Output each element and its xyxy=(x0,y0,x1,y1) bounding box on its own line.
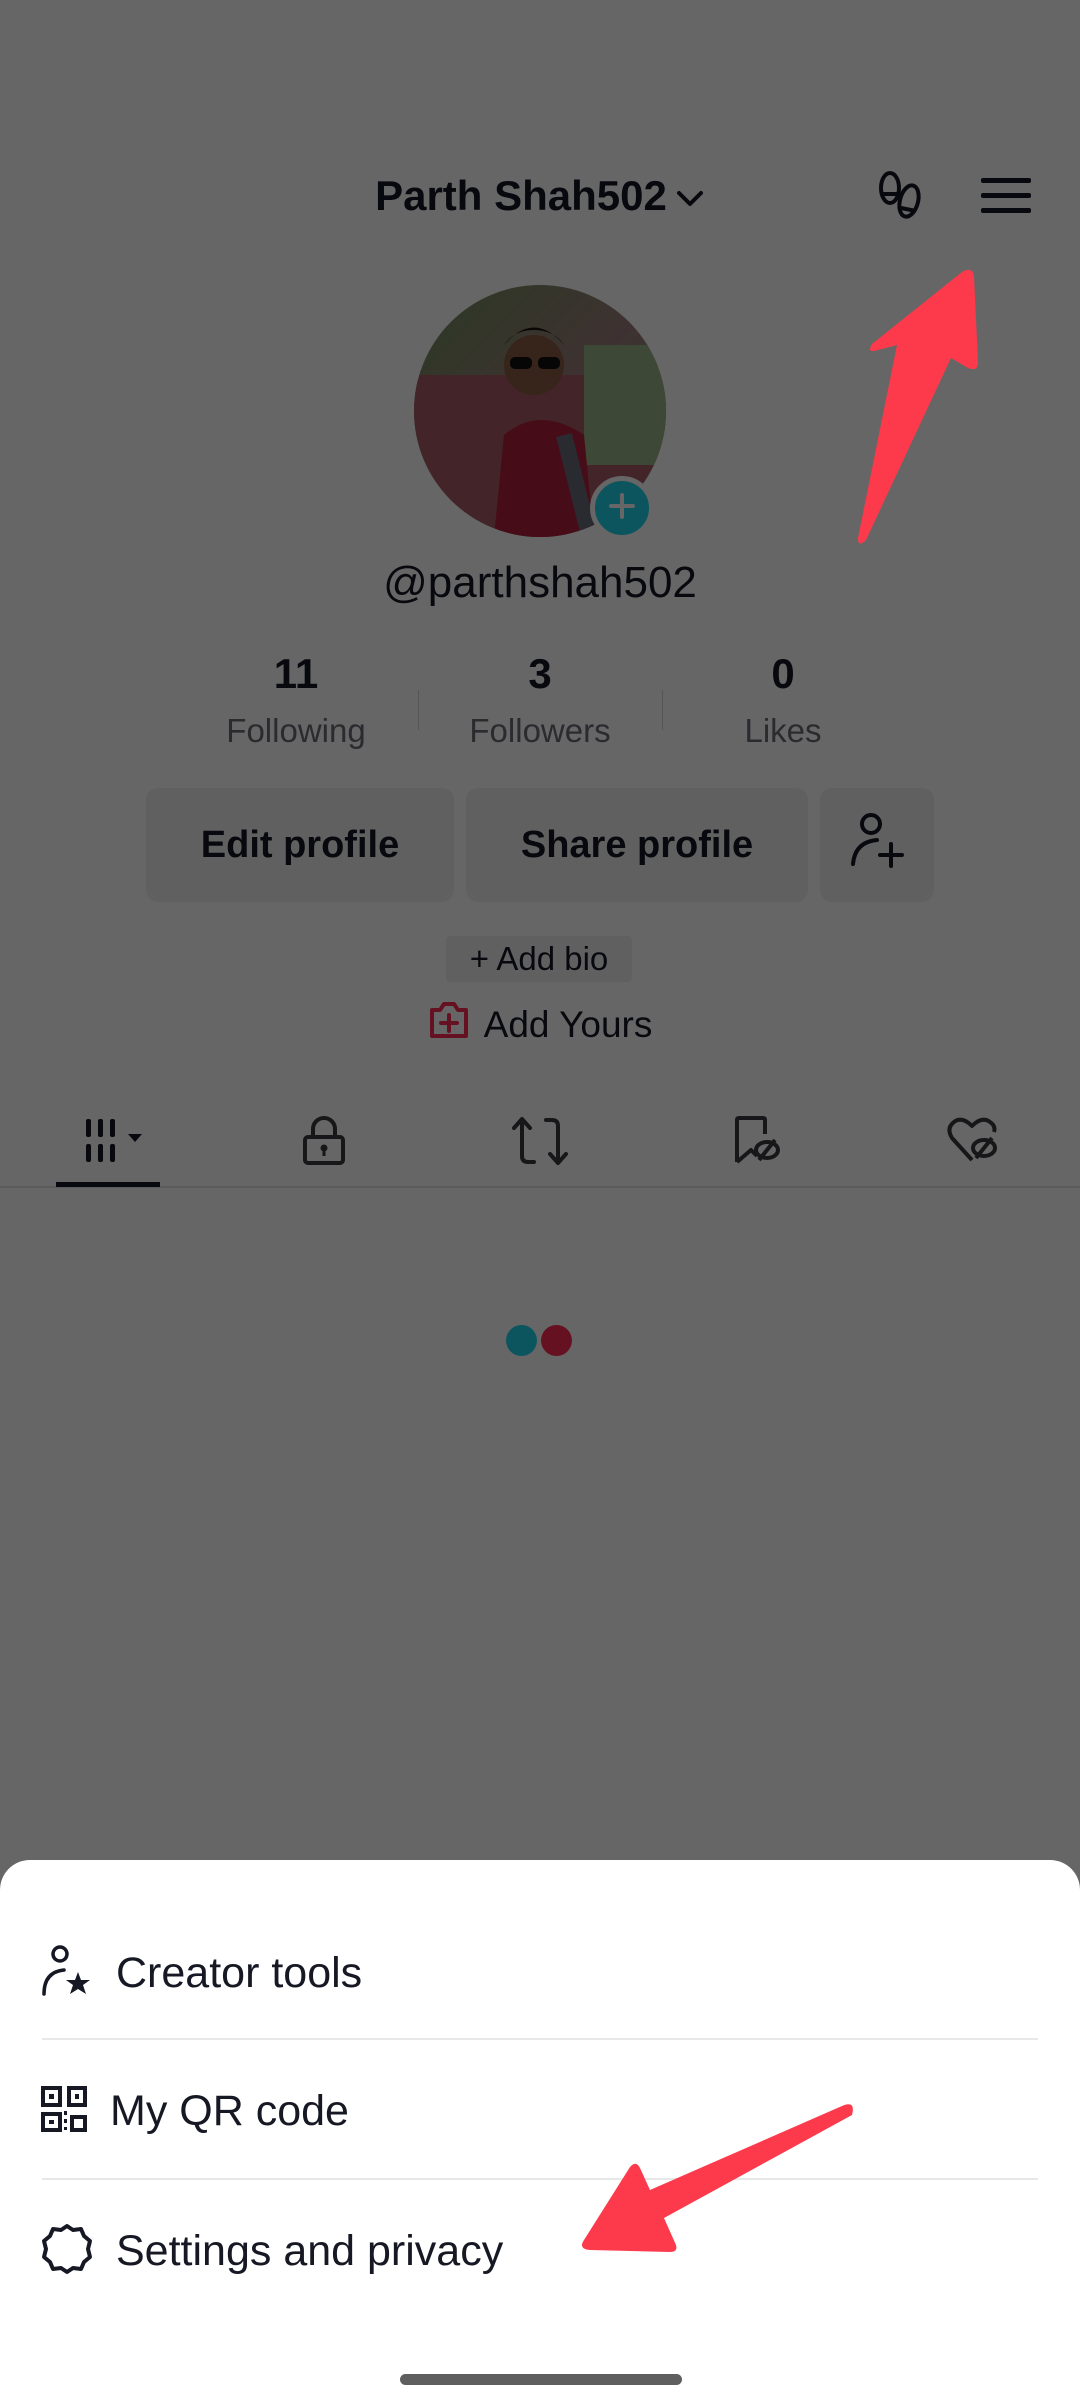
menu-item-my-qr-code[interactable]: My QR code xyxy=(40,2042,1040,2180)
home-indicator[interactable] xyxy=(400,2374,682,2385)
menu-item-settings-and-privacy[interactable]: Settings and privacy xyxy=(40,2182,1040,2320)
settings-gear-icon xyxy=(40,2222,94,2281)
menu-bottom-sheet: Creator tools My QR code Settings and pr… xyxy=(0,1860,1080,2400)
menu-item-label: Creator tools xyxy=(116,1948,363,1997)
menu-item-label: My QR code xyxy=(110,2086,349,2135)
menu-divider xyxy=(42,2038,1038,2040)
menu-divider xyxy=(42,2178,1038,2180)
creator-tools-icon xyxy=(40,1944,94,2003)
qr-code-icon xyxy=(40,2085,88,2138)
menu-item-creator-tools[interactable]: Creator tools xyxy=(40,1904,1040,2042)
menu-item-label: Settings and privacy xyxy=(116,2226,504,2275)
